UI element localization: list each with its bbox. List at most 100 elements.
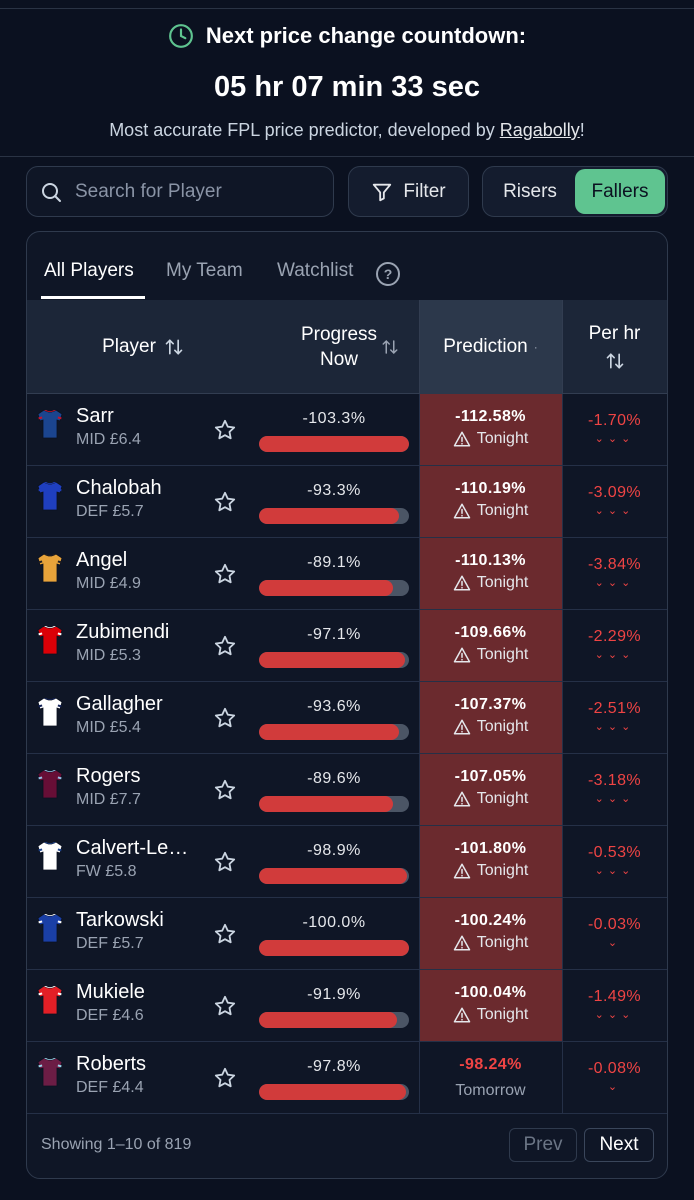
progress-value: -91.9% <box>307 986 361 1003</box>
per-hour-cell: -1.49% ⌄⌄⌄ <box>562 970 667 1041</box>
tab-all-players[interactable]: All Players <box>44 260 134 282</box>
player-name[interactable]: Chalobah <box>76 477 196 500</box>
player-row[interactable]: Rogers MID £7.7 -89.6% -107.05% Tonight … <box>27 754 667 826</box>
prediction-when: Tonight <box>476 790 529 807</box>
col-divider <box>419 466 420 537</box>
warning-icon <box>453 719 470 735</box>
player-name[interactable]: Roberts <box>76 1053 196 1076</box>
tab-my-team[interactable]: My Team <box>166 260 243 282</box>
player-row[interactable]: Calvert-Lewin FW £5.8 -98.9% -101.80% To… <box>27 826 667 898</box>
star-icon[interactable] <box>213 706 237 730</box>
col-prediction-header[interactable]: Prediction · <box>419 300 562 394</box>
showing-count: Showing 1–10 of 819 <box>41 1136 192 1153</box>
star-icon[interactable] <box>213 922 237 946</box>
progress-bar <box>259 652 409 668</box>
header-divider <box>0 156 694 157</box>
progress-bar-fill <box>259 724 400 740</box>
prediction-when: Tonight <box>476 430 529 447</box>
help-icon[interactable]: ? <box>376 262 400 286</box>
filter-button[interactable]: Filter <box>348 166 469 217</box>
player-row[interactable]: Chalobah DEF £5.7 -93.3% -110.19% Tonigh… <box>27 466 667 538</box>
player-row[interactable]: Roberts DEF £4.4 -97.8% -98.24% Tomorrow… <box>27 1042 667 1114</box>
progress-bar-fill <box>259 868 408 884</box>
player-row[interactable]: Tarkowski DEF £5.7 -100.0% -100.24% Toni… <box>27 898 667 970</box>
player-name[interactable]: Tarkowski <box>76 909 196 932</box>
player-row[interactable]: Gallagher MID £5.4 -93.6% -107.37% Tonig… <box>27 682 667 754</box>
tab-watchlist[interactable]: Watchlist <box>277 260 353 282</box>
author-link[interactable]: Ragabolly <box>500 120 580 140</box>
prediction-timing: Tonight <box>419 646 562 664</box>
player-row[interactable]: Sarr MID £6.4 -103.3% -112.58% Tonight -… <box>27 394 667 466</box>
col-divider <box>419 1042 420 1113</box>
countdown-time: 05 hr 07 min 33 sec <box>214 71 480 103</box>
progress-value: -97.8% <box>307 1058 361 1075</box>
chevron-down-icon: ⌄ <box>607 1081 622 1093</box>
progress-bar-fill <box>259 508 399 524</box>
star-icon[interactable] <box>213 490 237 514</box>
col-progress-header[interactable]: Progress Now <box>259 300 419 394</box>
star-icon[interactable] <box>213 778 237 802</box>
team-kit-icon <box>37 841 63 871</box>
search-box[interactable] <box>26 166 334 217</box>
player-name[interactable]: Mukiele <box>76 981 196 1004</box>
player-row[interactable]: Mukiele DEF £4.6 -91.9% -100.04% Tonight… <box>27 970 667 1042</box>
progress-value: -100.0% <box>302 914 366 931</box>
progress-bar <box>259 508 409 524</box>
player-position-price: MID £5.4 <box>76 719 141 736</box>
prediction-when: Tonight <box>476 1006 529 1023</box>
star-icon[interactable] <box>213 850 237 874</box>
chevron-down-icon: ⌄⌄⌄ <box>594 649 635 661</box>
col-divider <box>419 394 420 465</box>
player-name[interactable]: Sarr <box>76 405 196 428</box>
col-divider <box>419 826 420 897</box>
per-hour-value: -3.84% <box>587 556 642 573</box>
fallers-toggle[interactable]: Fallers <box>575 169 665 214</box>
player-position-price: DEF £5.7 <box>76 935 144 952</box>
progress-value: -93.6% <box>307 698 361 715</box>
warning-icon <box>453 575 470 591</box>
prediction-cell: -109.66% Tonight <box>419 610 562 681</box>
col-divider <box>562 826 563 897</box>
chevron-down-icon: ⌄⌄⌄ <box>594 721 635 733</box>
chevron-down-icon: ⌄⌄⌄ <box>594 793 635 805</box>
player-name[interactable]: Zubimendi <box>76 621 196 644</box>
progress-value: -93.3% <box>307 482 361 499</box>
player-name[interactable]: Gallagher <box>76 693 196 716</box>
col-perhr-header[interactable]: Per hr <box>562 300 667 394</box>
chevron-down-icon: ⌄ <box>607 937 622 949</box>
per-hour-value: -3.09% <box>587 484 642 501</box>
star-icon[interactable] <box>213 418 237 442</box>
player-name[interactable]: Calvert-Lewin <box>76 837 196 860</box>
player-name[interactable]: Rogers <box>76 765 196 788</box>
prediction-timing: Tonight <box>419 430 562 448</box>
countdown-header: Next price change countdown: 05 hr 07 mi… <box>0 9 694 157</box>
col-player-header[interactable]: Player <box>27 300 259 394</box>
team-kit-icon <box>37 985 63 1015</box>
progress-bar-fill <box>259 1084 406 1100</box>
next-page-button[interactable]: Next <box>584 1128 654 1162</box>
progress-value: -89.6% <box>307 770 361 787</box>
player-name[interactable]: Angel <box>76 549 196 572</box>
star-icon[interactable] <box>213 634 237 658</box>
player-row[interactable]: Zubimendi MID £5.3 -97.1% -109.66% Tonig… <box>27 610 667 682</box>
per-hour-cell: -0.53% ⌄⌄⌄ <box>562 826 667 897</box>
prediction-cell: -100.24% Tonight <box>419 898 562 969</box>
team-kit-icon <box>37 625 63 655</box>
per-hour-cell: -2.29% ⌄⌄⌄ <box>562 610 667 681</box>
search-input[interactable] <box>75 180 315 203</box>
star-icon[interactable] <box>213 1066 237 1090</box>
risers-toggle[interactable]: Risers <box>485 169 575 214</box>
prediction-value: -100.24% <box>454 912 527 929</box>
team-kit-icon <box>37 697 63 727</box>
prev-page-button[interactable]: Prev <box>509 1128 577 1162</box>
player-row[interactable]: Angel MID £4.9 -89.1% -110.13% Tonight -… <box>27 538 667 610</box>
table-footer: Showing 1–10 of 819 Prev Next <box>27 1110 667 1178</box>
player-rows: Sarr MID £6.4 -103.3% -112.58% Tonight -… <box>27 394 667 1114</box>
active-tab-indicator <box>41 296 145 299</box>
col-divider <box>419 682 420 753</box>
star-icon[interactable] <box>213 994 237 1018</box>
star-icon[interactable] <box>213 562 237 586</box>
col-divider <box>562 898 563 969</box>
warning-icon <box>453 935 470 951</box>
col-divider <box>419 538 420 609</box>
